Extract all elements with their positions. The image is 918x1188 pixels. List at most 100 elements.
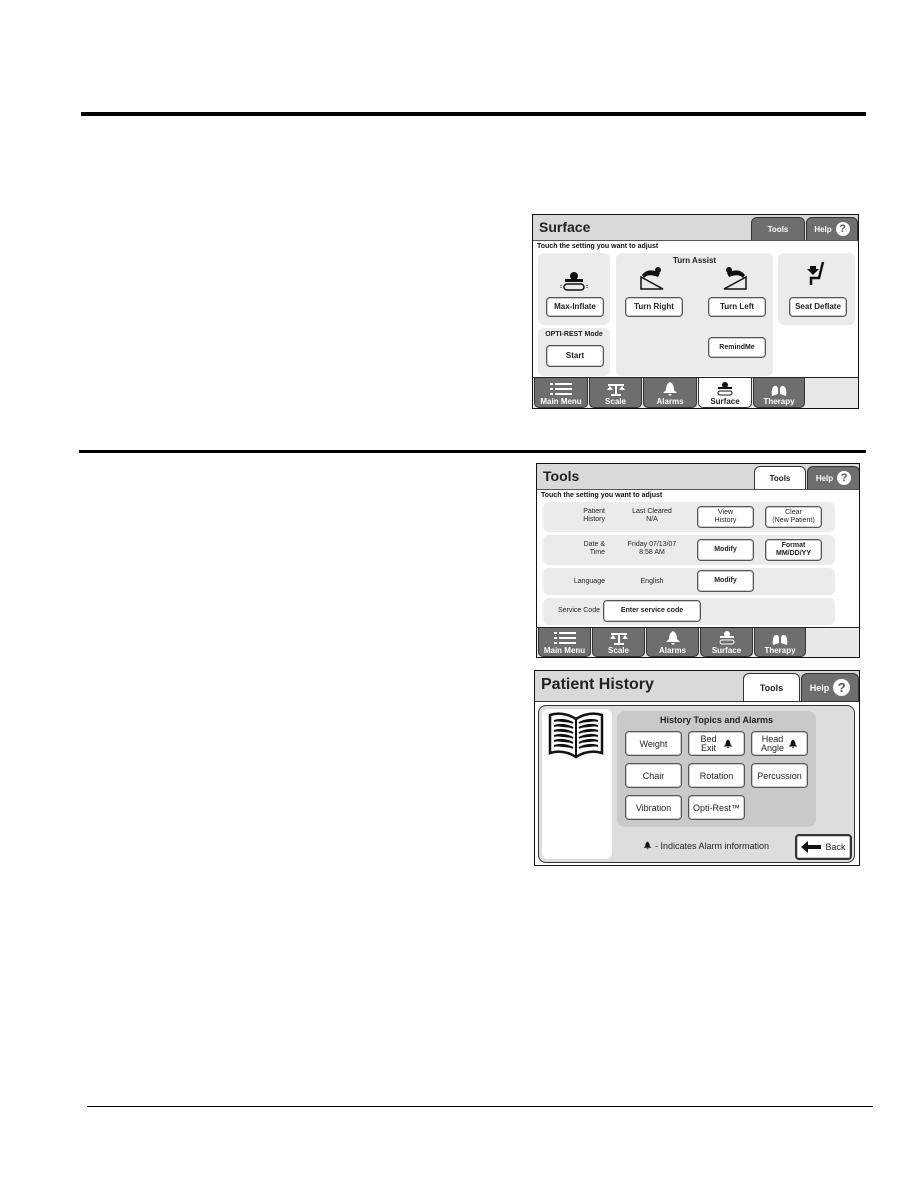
service-code-label: Service Code (557, 607, 600, 614)
opti-rest-mode-label: OPTI-REST Mode (545, 331, 603, 338)
date-time-label-line1: Date & (583, 541, 605, 548)
bottom-nav: Main Menu Scale Alarms Surface Therapy (533, 377, 858, 408)
surface-screen: Surface Tools Help? Touch the setting yo… (532, 214, 859, 409)
page-title: Surface (539, 219, 591, 235)
tab-tools[interactable]: Tools (751, 217, 805, 240)
tab-tools-label: Tools (767, 224, 789, 234)
topic-bed-exit-button[interactable]: Bed Exit (688, 731, 745, 756)
tab-tools[interactable]: Tools (754, 466, 806, 489)
tab-help[interactable]: Help? (801, 673, 859, 701)
max-inflate-icon (560, 272, 588, 291)
patient-history-label-line2: History (583, 516, 605, 524)
nav-alarms-label: Alarms (658, 646, 687, 655)
tab-help-label: Help (809, 682, 830, 693)
bed-exit-line2: Exit (700, 742, 716, 753)
surface-titlebar: Surface Tools Help? (533, 215, 858, 241)
nav-scale-label: Scale (605, 397, 626, 406)
tab-help-label: Help (814, 224, 832, 234)
nav-surface[interactable]: Surface (698, 378, 752, 408)
alarm-legend-text: - Indicates Alarm information (655, 841, 770, 851)
surface-icon (717, 382, 733, 396)
last-cleared-value: Last Cleared N/A (617, 508, 687, 525)
format-line1: Format (781, 542, 806, 550)
nav-surface-label: Surface (710, 397, 740, 406)
alarm-bell-legend-icon (643, 841, 652, 850)
bottom-nav: Main Menu Scale Alarms Surface Therapy (537, 627, 859, 657)
page-title: Patient History (541, 676, 654, 693)
clear-line1: Clear (785, 509, 802, 517)
instruction-text: Touch the setting you want to adjust (537, 243, 659, 250)
format-date-button[interactable]: Format MM/DD/YY (765, 539, 822, 561)
nav-scale[interactable]: Scale (592, 628, 645, 657)
nav-alarms-label: Alarms (656, 397, 684, 406)
back-button[interactable]: Back (795, 834, 852, 860)
tab-help-label: Help (815, 473, 834, 483)
clear-line2: (New Patient) (772, 517, 815, 524)
menu-list-icon (553, 632, 576, 644)
footer-rule (87, 1106, 873, 1107)
topic-opti-rest-button[interactable]: Opti-Rest™ (688, 795, 745, 820)
instruction-text: Touch the setting you want to adjust (541, 492, 663, 499)
last-cleared-label: Last Cleared (632, 508, 672, 515)
topic-chair-button[interactable]: Chair (625, 763, 682, 788)
nav-therapy[interactable]: Therapy (753, 378, 805, 408)
tab-tools[interactable]: Tools (743, 673, 800, 701)
turn-right-button[interactable]: Turn Right (625, 297, 683, 317)
max-inflate-button[interactable]: Max-Inflate (546, 297, 604, 317)
language-value: English (640, 578, 664, 585)
topic-rotation-button[interactable]: Rotation (688, 763, 745, 788)
lungs-icon (771, 384, 787, 396)
seat-deflate-button[interactable]: Seat Deflate (789, 297, 847, 317)
topic-vibration-button[interactable]: Vibration (625, 795, 682, 820)
remind-me-button[interactable]: RemindMe (708, 337, 766, 358)
top-section-rule (81, 112, 866, 116)
turn-right-icon (640, 267, 664, 290)
nav-scale[interactable]: Scale (589, 378, 642, 408)
nav-main-menu-label: Main Menu (543, 646, 586, 655)
menu-list-icon (550, 383, 572, 395)
head-angle-line2: Angle (760, 742, 785, 753)
date-time-value: Friday 07/13/07 8:58 AM (615, 541, 689, 558)
view-history-button[interactable]: View History (697, 506, 754, 528)
patient-history-titlebar: Patient History Tools Help? (535, 671, 859, 702)
patient-history-label: Patient History (557, 508, 605, 525)
tab-help[interactable]: Help? (806, 217, 858, 240)
topic-percussion-button[interactable]: Percussion (751, 763, 808, 788)
history-topics-heading: History Topics and Alarms (659, 715, 774, 725)
service-code-input[interactable]: Enter service code (603, 600, 701, 622)
nav-therapy-label: Therapy (764, 646, 796, 655)
help-icon: ? (837, 471, 852, 485)
view-history-line1: View (717, 509, 734, 517)
nav-surface-label: Surface (711, 646, 742, 655)
patient-history-screen: Patient History Tools Help? History Topi… (534, 670, 860, 866)
back-label: Back (825, 842, 846, 852)
page-title: Tools (543, 468, 580, 484)
nav-main-menu[interactable]: Main Menu (534, 378, 588, 408)
turn-left-button[interactable]: Turn Left (708, 297, 766, 317)
tools-titlebar: Tools Tools Help? (537, 464, 859, 490)
modify-language-button[interactable]: Modify (697, 570, 754, 592)
tools-screen: Tools Tools Help? Touch the setting you … (536, 463, 860, 658)
open-book-icon (548, 712, 604, 759)
current-time: 8:58 AM (639, 549, 665, 557)
opti-rest-start-button[interactable]: Start (546, 345, 604, 367)
scale-icon (609, 633, 628, 645)
tab-tools-label: Tools (759, 682, 784, 693)
topic-weight-button[interactable]: Weight (625, 731, 682, 756)
lungs-icon (772, 633, 788, 645)
nav-alarms[interactable]: Alarms (643, 378, 697, 408)
nav-surface[interactable]: Surface (700, 628, 753, 657)
nav-alarms[interactable]: Alarms (646, 628, 699, 657)
nav-main-menu[interactable]: Main Menu (538, 628, 591, 657)
view-history-line2: History (714, 517, 737, 524)
tab-tools-label: Tools (769, 473, 791, 483)
tab-help[interactable]: Help? (807, 466, 859, 489)
topic-head-angle-button[interactable]: Head Angle (751, 731, 808, 756)
nav-therapy[interactable]: Therapy (754, 628, 806, 657)
back-arrow-icon (801, 841, 822, 853)
middle-section-rule (79, 450, 866, 453)
turn-left-icon (723, 267, 747, 290)
nav-scale-label: Scale (608, 646, 629, 655)
clear-new-patient-button[interactable]: Clear (New Patient) (765, 506, 822, 528)
modify-date-time-button[interactable]: Modify (697, 539, 754, 561)
